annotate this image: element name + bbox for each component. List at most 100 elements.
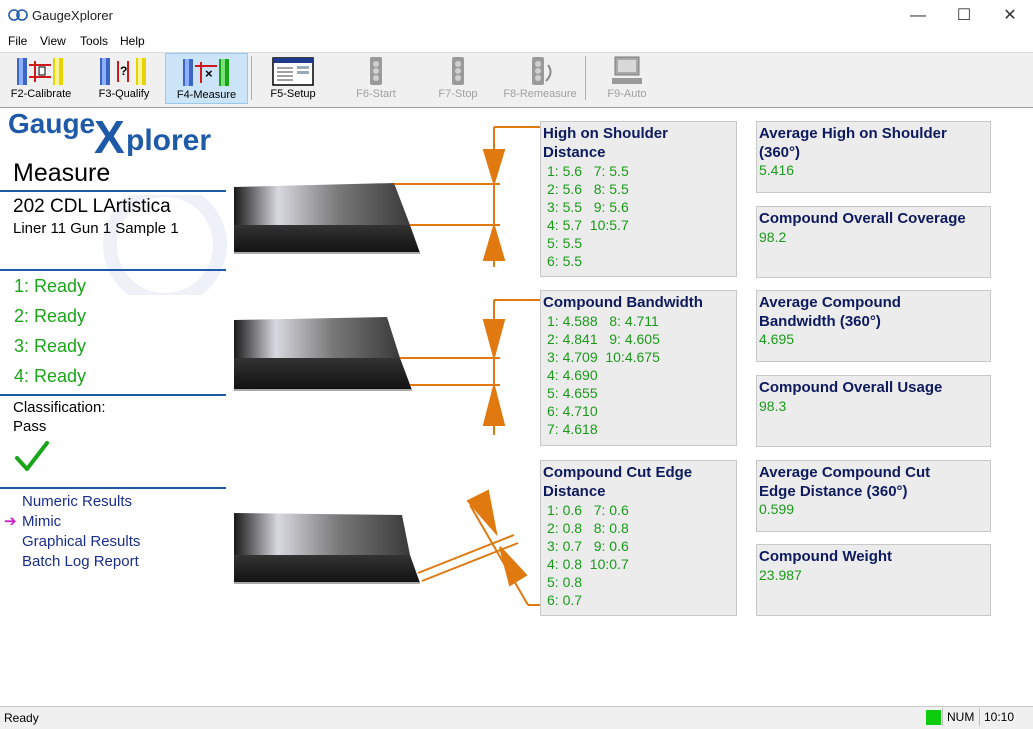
reading-row: 2: 0.8 8: 0.8 bbox=[547, 520, 629, 536]
liner-profile-bandwidth bbox=[234, 317, 412, 391]
box-value: 98.2 bbox=[759, 229, 787, 245]
box-title: Compound Overall Coverage bbox=[759, 210, 966, 227]
gauge-4-status: 4: Ready bbox=[14, 366, 87, 386]
nav-mimic[interactable]: Mimic bbox=[22, 513, 61, 530]
qualify-button[interactable]: ? F3-Qualify bbox=[86, 53, 162, 104]
divider bbox=[0, 487, 226, 489]
num-lock-indicator: NUM bbox=[942, 708, 979, 726]
menu-file[interactable]: File bbox=[8, 34, 27, 48]
high-shoulder-box: High on Shoulder Distance 1: 5.6 7: 5.5 … bbox=[540, 121, 737, 277]
start-label: F6-Start bbox=[356, 88, 396, 100]
classification-label: Classification: bbox=[13, 399, 106, 416]
traffic-light-icon bbox=[370, 57, 382, 85]
svg-text:?: ? bbox=[120, 64, 127, 78]
reading-row: 3: 0.7 9: 0.6 bbox=[547, 538, 629, 554]
menu-view[interactable]: View bbox=[40, 34, 66, 48]
qualify-icon: ? bbox=[100, 58, 146, 85]
box-value: 98.3 bbox=[759, 398, 787, 414]
status-bar bbox=[0, 706, 1033, 729]
status-indicator bbox=[926, 710, 941, 725]
gaugexplorer-logo: Gauge X plorer bbox=[8, 108, 212, 163]
reading-row: 1: 0.6 7: 0.6 bbox=[547, 502, 629, 518]
svg-text:×: × bbox=[205, 66, 213, 81]
box-value: 4.695 bbox=[759, 331, 795, 347]
reading-row: 6: 5.5 bbox=[547, 253, 583, 269]
remeasure-button[interactable]: F8-Remeasure bbox=[500, 53, 580, 104]
avg-cut-edge-box: Average Compound Cut Edge Distance (360°… bbox=[756, 460, 991, 532]
stop-button[interactable]: F7-Stop bbox=[423, 53, 493, 104]
batch-subtitle: Liner 11 Gun 1 Sample 1 bbox=[13, 220, 179, 237]
title-bar bbox=[0, 0, 1033, 32]
overall-usage-box: Compound Overall Usage 98.3 bbox=[756, 375, 991, 447]
auto-label: F9-Auto bbox=[607, 88, 647, 100]
box-title: Edge Distance (360°) bbox=[759, 483, 908, 500]
box-title: Average Compound bbox=[759, 294, 901, 311]
avg-high-shoulder-box: Average High on Shoulder (360°) 5.416 bbox=[756, 121, 991, 193]
box-title: Distance bbox=[543, 483, 606, 500]
remeasure-icon bbox=[532, 57, 552, 85]
nav-batch-log-report[interactable]: Batch Log Report bbox=[22, 553, 139, 570]
reading-row: 1: 5.6 7: 5.5 bbox=[547, 163, 629, 179]
maximize-button[interactable]: ☐ bbox=[941, 0, 987, 32]
calibrate-button[interactable]: F2-Calibrate bbox=[4, 53, 78, 104]
box-title: Compound Bandwidth bbox=[543, 294, 703, 311]
minimize-button[interactable]: — bbox=[895, 0, 941, 32]
menu-help[interactable]: Help bbox=[120, 34, 145, 48]
box-title: Compound Weight bbox=[759, 548, 893, 565]
start-button[interactable]: F6-Start bbox=[341, 53, 411, 104]
reading-row: 7: 4.618 bbox=[547, 421, 598, 437]
box-title: Compound Overall Usage bbox=[759, 379, 943, 396]
reading-row: 3: 5.5 9: 5.6 bbox=[547, 199, 629, 215]
reading-row: 6: 0.7 bbox=[547, 592, 583, 608]
remeasure-label: F8-Remeasure bbox=[503, 88, 577, 100]
box-value: 23.987 bbox=[759, 567, 802, 583]
menu-tools[interactable]: Tools bbox=[80, 34, 108, 48]
reading-row: 4: 4.690 bbox=[547, 367, 598, 383]
box-value: 5.416 bbox=[759, 162, 795, 178]
reading-row: 4: 0.8 10:0.7 bbox=[547, 556, 629, 572]
compound-weight-box: Compound Weight 23.987 bbox=[756, 544, 991, 616]
reading-row: 5: 4.655 bbox=[547, 385, 598, 401]
setup-label: F5-Setup bbox=[270, 88, 316, 100]
cut-edge-dimension bbox=[417, 489, 540, 606]
setup-icon bbox=[272, 57, 314, 86]
box-title: (360°) bbox=[759, 144, 801, 161]
toolbar-separator bbox=[251, 56, 252, 100]
close-button[interactable]: ✕ bbox=[987, 0, 1033, 32]
reading-row: 4: 5.7 10:5.7 bbox=[547, 217, 629, 233]
status-text: Ready bbox=[4, 711, 39, 725]
clock: 10:10 bbox=[979, 708, 1024, 726]
setup-button[interactable]: F5-Setup bbox=[258, 53, 328, 104]
toolbar-separator bbox=[585, 56, 586, 100]
nav-graphical-results[interactable]: Graphical Results bbox=[22, 533, 140, 550]
reading-row: 3: 4.709 10:4.675 bbox=[547, 349, 660, 365]
menu-bar bbox=[0, 32, 1033, 52]
nav-numeric-results[interactable]: Numeric Results bbox=[22, 493, 132, 510]
divider bbox=[0, 394, 226, 396]
box-title: Bandwidth (360°) bbox=[759, 313, 881, 330]
traffic-light-icon bbox=[452, 57, 464, 85]
divider bbox=[0, 190, 226, 192]
box-value: 0.599 bbox=[759, 501, 795, 517]
divider bbox=[0, 269, 226, 271]
box-title: Distance bbox=[543, 144, 606, 161]
auto-button[interactable]: F9-Auto bbox=[592, 53, 662, 104]
batch-title: 202 CDL LArtistica bbox=[13, 196, 171, 217]
reading-row: 5: 0.8 bbox=[547, 574, 583, 590]
measure-button[interactable]: × F4-Measure bbox=[165, 53, 248, 104]
checkmark-icon bbox=[15, 441, 49, 471]
qualify-label: F3-Qualify bbox=[98, 88, 150, 100]
reading-row: 2: 5.6 8: 5.5 bbox=[547, 181, 629, 197]
reading-row: 6: 4.710 bbox=[547, 403, 598, 419]
gauge-1-status: 1: Ready bbox=[14, 276, 87, 296]
box-title: Compound Cut Edge bbox=[543, 464, 693, 481]
bandwidth-dimension bbox=[400, 299, 540, 435]
page-title: Measure bbox=[13, 159, 111, 187]
stop-label: F7-Stop bbox=[438, 88, 478, 100]
cut-edge-box: Compound Cut Edge Distance 1: 0.6 7: 0.6… bbox=[540, 460, 737, 616]
computer-icon bbox=[612, 56, 642, 84]
measure-label: F4-Measure bbox=[176, 89, 237, 101]
liner-profile-shoulder bbox=[234, 183, 420, 254]
reading-row: 5: 5.5 bbox=[547, 235, 583, 251]
gauge-2-status: 2: Ready bbox=[14, 306, 87, 326]
